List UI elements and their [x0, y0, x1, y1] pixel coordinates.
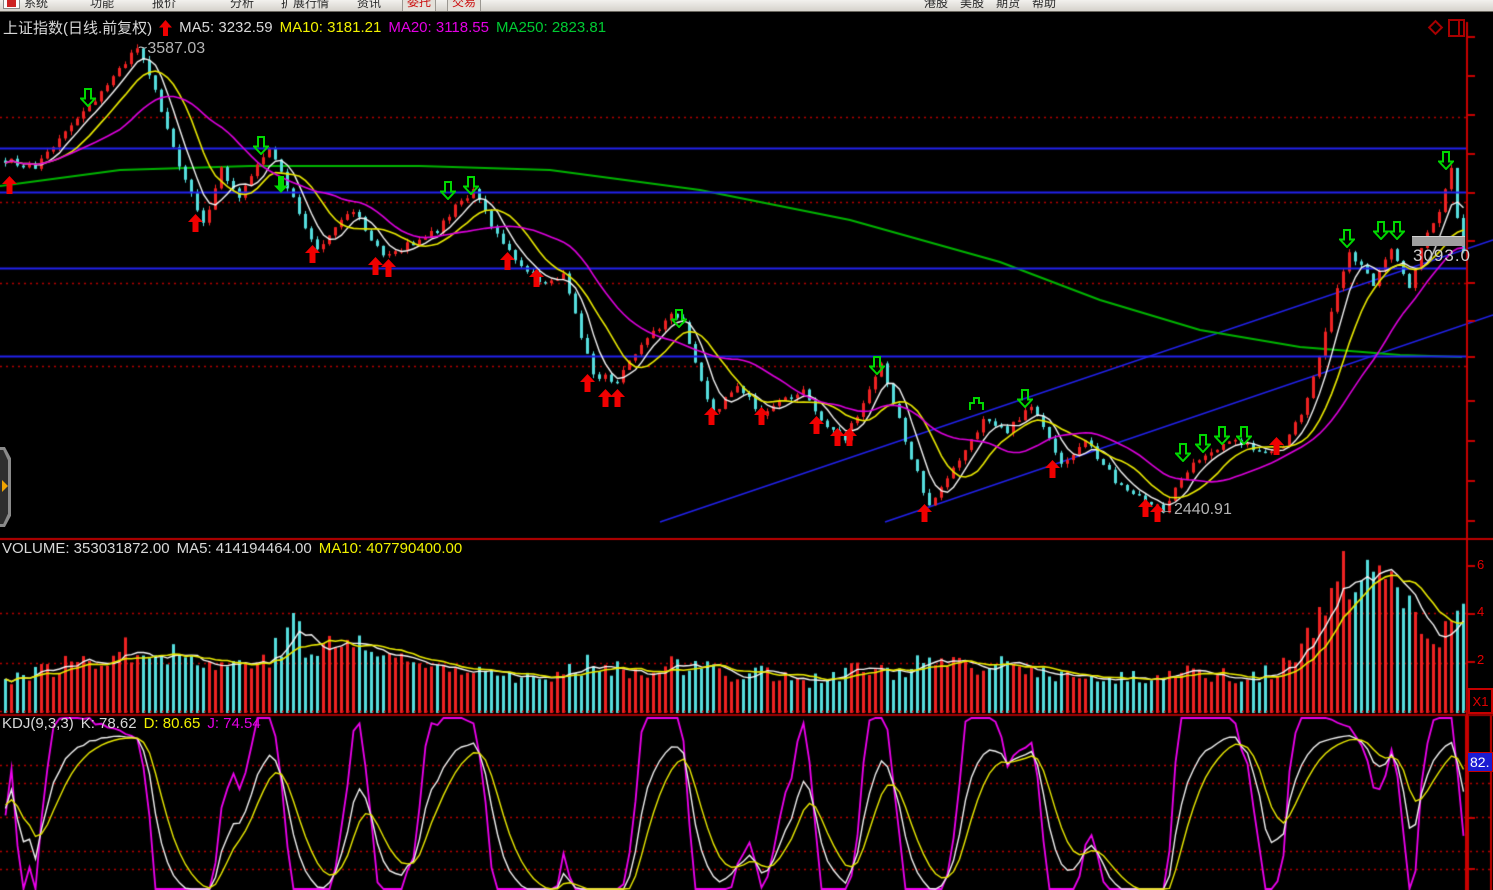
trough-price-label: ←2440.91 [1158, 501, 1232, 519]
kdj-pane-header: KDJ(9,3,3) K: 78.62 D: 80.65 J: 74.54 [2, 715, 261, 732]
menu-item[interactable]: 系统 [24, 0, 48, 11]
peak-price-label: ~3587.03 [138, 40, 205, 58]
ma10-value[interactable]: MA10: 3181.21 [280, 19, 382, 36]
stock-app-window: 系统 功能 报价 分析 扩展行情 资讯 港股 美股 期货 帮助 委托交易 上证指数(日线.前复权) … [0, 0, 1493, 890]
split-window-icon[interactable] [1448, 19, 1465, 37]
volume-value: VOLUME: 353031872.00 [2, 540, 170, 557]
chart-canvas[interactable] [0, 0, 1493, 890]
sidebar-expand-handle[interactable] [0, 447, 11, 527]
menu-item[interactable]: 报价 [152, 0, 176, 11]
last-price-label: 3093.0 [1413, 246, 1493, 266]
menu-item[interactable]: 功能 [90, 0, 114, 11]
menu-item[interactable]: 分析 [230, 0, 254, 11]
main-pane-header: 上证指数(日线.前复权) MA5: 3232.59 MA10: 3181.21 … [3, 17, 606, 38]
ma250-value[interactable]: MA250: 2823.81 [496, 19, 606, 36]
menu-item[interactable]: 资讯 [357, 0, 381, 11]
menu-red-button[interactable]: 委托 [402, 0, 436, 12]
up-arrow-icon [159, 20, 172, 36]
ma5-value[interactable]: MA5: 3232.59 [179, 19, 272, 36]
menu-item[interactable]: 港股 [924, 0, 948, 11]
menu-item[interactable]: 帮助 [1032, 0, 1056, 11]
symbol-title: 上证指数(日线.前复权) [3, 17, 152, 38]
kdj-j-value: J: 74.54 [207, 715, 260, 732]
ma20-value[interactable]: MA20: 3118.55 [388, 19, 489, 36]
volume-ma10-value[interactable]: MA10: 407790400.00 [319, 540, 462, 557]
volume-axis-label: 4 [1477, 604, 1484, 619]
menu-item[interactable]: 扩展行情 [281, 0, 329, 11]
volume-ma5-value[interactable]: MA5: 414194464.00 [177, 540, 312, 557]
volume-axis-label: 6 [1477, 557, 1484, 572]
menu-red-button[interactable]: 交易 [447, 0, 481, 12]
kdj-name[interactable]: KDJ(9,3,3) [2, 715, 74, 732]
app-logo-icon[interactable] [3, 0, 20, 9]
volume-pane-header: VOLUME: 353031872.00 MA5: 414194464.00 M… [2, 540, 462, 557]
volume-scale-tag[interactable]: X1 [1468, 688, 1493, 714]
menu-item[interactable]: 期货 [996, 0, 1020, 11]
menubar: 系统 功能 报价 分析 扩展行情 资讯 港股 美股 期货 帮助 委托交易 [0, 0, 1493, 12]
kdj-current-value-tag: 82. [1467, 752, 1493, 772]
menu-item[interactable]: 美股 [960, 0, 984, 11]
volume-axis-label: 2 [1477, 652, 1484, 667]
kdj-k-value: K: 78.62 [81, 715, 137, 732]
expand-arrow-icon [2, 480, 8, 492]
price-tag-handle[interactable] [1412, 236, 1465, 246]
kdj-d-value: D: 80.65 [144, 715, 201, 732]
